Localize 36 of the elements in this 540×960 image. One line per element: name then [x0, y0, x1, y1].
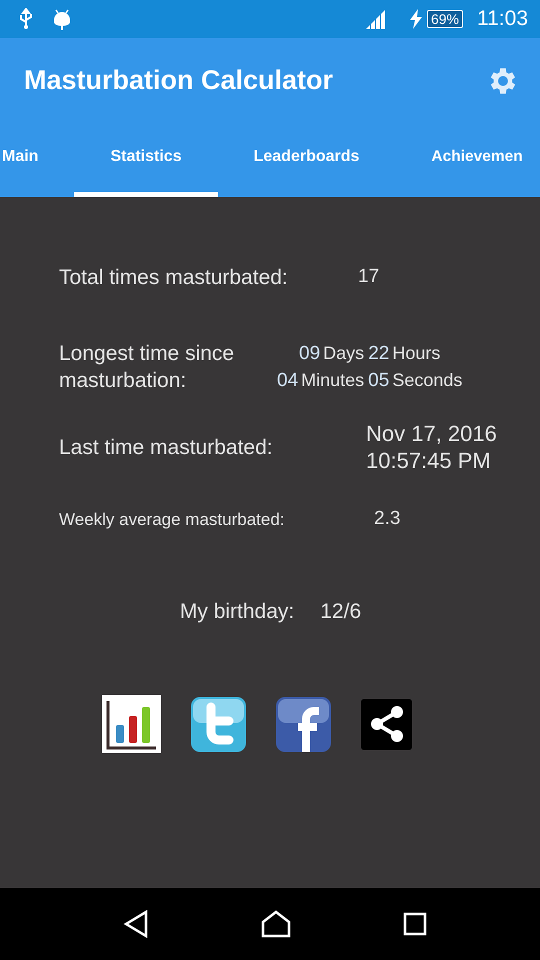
- signal-icon: [364, 8, 387, 30]
- stat-label: Weekly average masturbated:: [59, 508, 286, 530]
- stat-value: Nov 17, 2016: [366, 420, 497, 447]
- stat-value: 2.3: [374, 508, 400, 530]
- stat-value: 10:57:45 PM: [366, 447, 492, 474]
- facebook-icon[interactable]: [276, 696, 331, 752]
- home-icon[interactable]: [261, 910, 291, 938]
- stat-label: Total times masturbated:: [59, 264, 289, 290]
- battery-level: 69%: [426, 10, 463, 28]
- duration-unit: Minutes: [301, 370, 364, 390]
- stat-value: 17: [358, 266, 380, 288]
- app-title: Masturbation Calculator: [24, 65, 334, 96]
- tab[interactable]: Achievemen: [395, 123, 523, 197]
- share-icon[interactable]: [361, 698, 412, 750]
- tab[interactable]: Statistics: [74, 123, 218, 197]
- back-icon[interactable]: [123, 910, 149, 938]
- clock: 11:03: [477, 7, 528, 31]
- tab[interactable]: Leaderboards: [218, 123, 396, 197]
- stat-label: Longest time since masturbation:: [59, 341, 236, 394]
- duration-number: 22: [368, 343, 390, 364]
- recents-icon[interactable]: [403, 912, 427, 936]
- duration-number: 09: [299, 343, 320, 364]
- usb-icon: [18, 8, 34, 30]
- duration-unit: Seconds: [392, 370, 462, 390]
- twitter-icon[interactable]: [191, 696, 246, 752]
- tab[interactable]: Main: [0, 123, 74, 197]
- charging-icon: [408, 9, 423, 29]
- duration-unit: Days: [323, 343, 364, 363]
- duration-number: 05: [368, 370, 390, 391]
- duration-number: 04: [277, 370, 298, 391]
- duration-unit: Hours: [392, 343, 440, 363]
- birthday-label: My birthday:: [180, 600, 294, 624]
- birthday-value: 12/6: [320, 600, 362, 624]
- bar-chart-icon[interactable]: [102, 695, 161, 753]
- android-icon: [52, 7, 72, 31]
- stat-label: Last time masturbated:: [59, 434, 274, 460]
